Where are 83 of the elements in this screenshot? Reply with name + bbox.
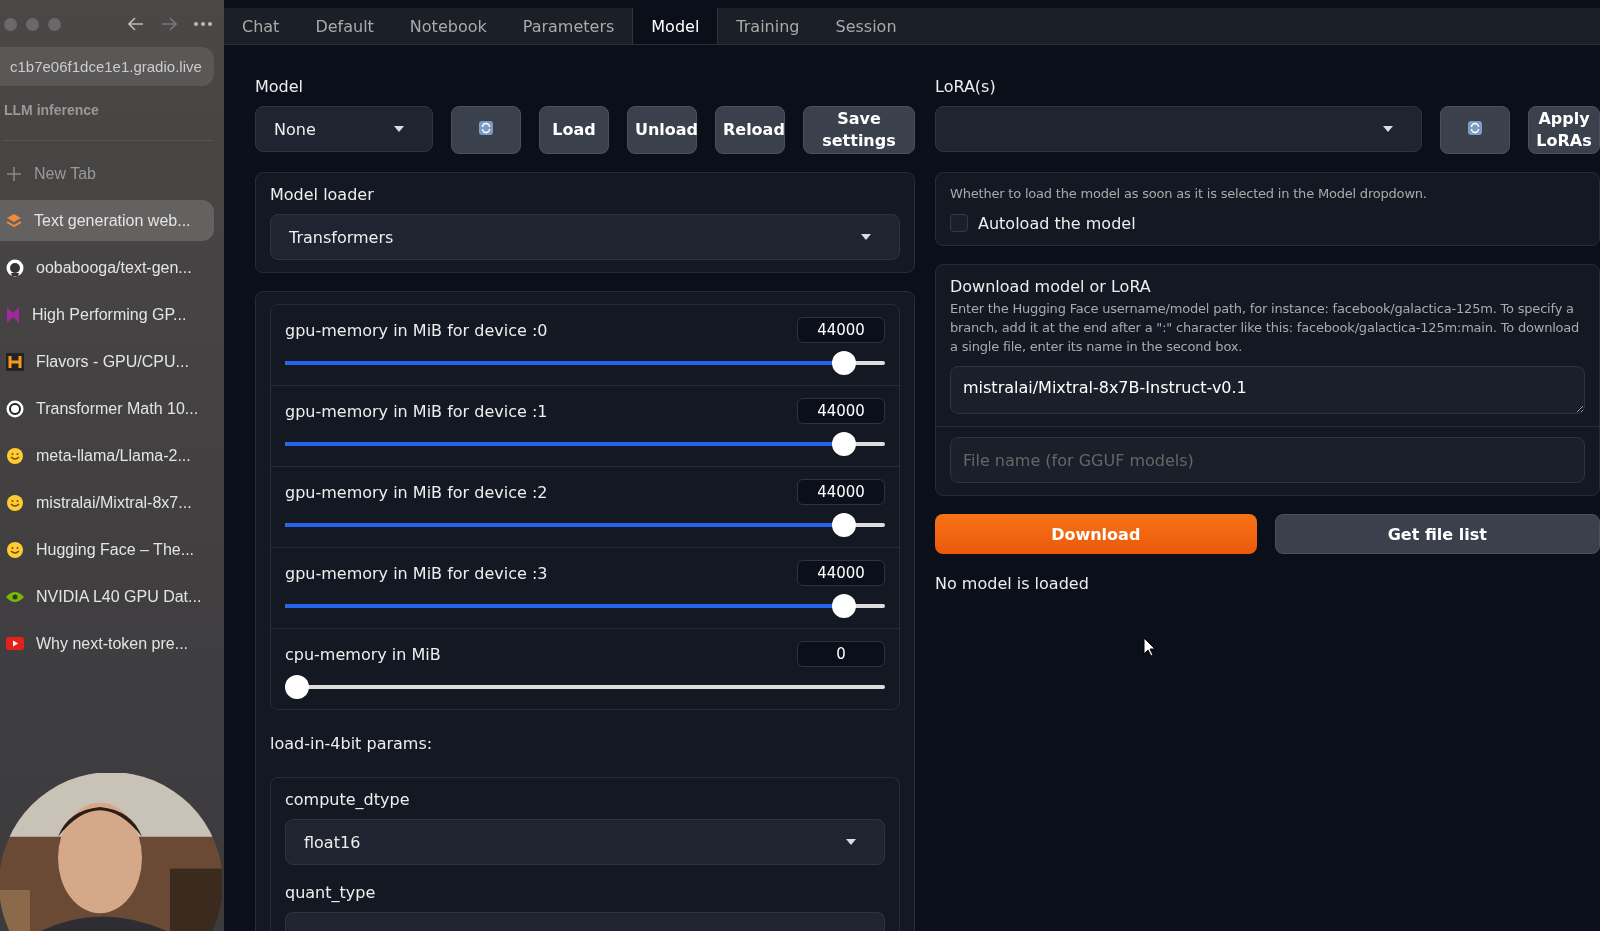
loader-dropdown[interactable]: Transformers [270,214,900,260]
number-field[interactable]: 44000 [797,317,885,343]
plus-icon [6,165,22,182]
field-label: Model loader [270,185,375,204]
autoload-checkbox[interactable]: Autoload the model [950,213,1585,233]
action-button[interactable]: Save settings [802,106,915,154]
apply-button[interactable]: Apply LoRAs [1528,106,1600,154]
tab[interactable]: Notebook [391,8,505,44]
action-button[interactable]: Reload [714,106,785,154]
eye-icon [6,590,24,603]
section-heading: Download model or LoRA [950,276,1152,296]
logo-icon [6,352,24,371]
tab[interactable]: Chat [224,8,298,44]
caret-icon [393,126,404,132]
back-icon[interactable] [128,17,144,31]
logo-icon [6,305,20,324]
tab[interactable]: Model [632,8,719,44]
smiley-icon [6,540,24,559]
status-text: No model is loaded [935,574,1090,594]
caret-icon [846,839,856,845]
slider-label: gpu-memory in MiB for device :2 [285,482,548,502]
space-name: LLM inference [3,101,100,118]
field-label: quant_type [285,883,377,902]
number-field[interactable]: 0 [797,641,885,667]
smiley-icon [6,446,24,465]
browser-tab[interactable]: Flavors - GPU/CPU... [0,341,214,382]
number-field[interactable]: 44000 [797,398,885,424]
slider-thumb[interactable] [285,675,309,699]
play-icon [6,637,24,650]
refresh-icon [478,121,493,136]
stack-icon [6,212,22,229]
slider[interactable] [285,675,885,699]
tab[interactable]: Parameters [504,8,633,44]
number-field[interactable]: 44000 [797,479,885,505]
browser-tab[interactable]: Transformer Math 10... [0,388,214,429]
slider[interactable] [285,513,885,537]
info-text: Enter the Hugging Face username/model path, for instance: facebook/galactica-125m. To specify a branch, add it at the end after a ":" character like this: facebook/galactica-125m:main. To download a single file, enter its name in the second box. [950,299,1581,356]
field-label: Model [255,77,305,96]
field-label: LoRA(s) [935,77,997,96]
more-icon[interactable] [194,22,212,26]
slider-thumb[interactable] [832,432,857,456]
browser-tab[interactable]: meta-llama/Llama-2... [0,435,214,476]
browser-tab[interactable]: High Performing GP... [0,294,214,335]
browser-tab[interactable]: Hugging Face – The... [0,529,214,570]
slider-thumb[interactable] [832,351,857,375]
file-list-button[interactable]: Get file list [1274,514,1600,555]
slider[interactable] [285,594,885,618]
browser-tab[interactable]: mistralai/Mixtral-8x7... [0,482,214,523]
slider-thumb[interactable] [832,513,857,537]
address-bar[interactable]: c1b7e06f1dce1e1.gradio.live [0,47,214,86]
tab[interactable]: Default [297,8,392,44]
action-button[interactable]: Unload [626,106,697,154]
model-path-field[interactable]: mistralai/Mixtral-8x7B-Instruct-v0.1 [950,366,1585,415]
number-field[interactable]: 44000 [797,560,885,586]
smiley-icon [6,493,24,512]
slider-thumb[interactable] [832,594,857,618]
browser-tab[interactable]: Text generation web... [0,200,214,241]
slider-label: gpu-memory in MiB for device :3 [285,563,548,583]
slider-label: gpu-memory in MiB for device :1 [285,401,548,421]
tab[interactable]: Session [817,8,915,44]
caret-icon [861,234,871,240]
dtype-dropdown[interactable]: float16 [285,819,885,865]
browser-tab[interactable]: NVIDIA L40 GPU Dat... [0,576,214,617]
tab[interactable]: Training [718,8,818,44]
cursor-icon [1143,637,1157,657]
refresh-icon [1468,121,1482,136]
slider[interactable] [285,432,885,456]
file-name-field[interactable]: File name (for GGUF models) [950,437,1585,484]
info-text: Whether to load the model as soon as it is selected in the Model dropdown. [950,185,1428,203]
caret-icon [1383,126,1393,132]
slider[interactable] [285,351,885,375]
checkbox[interactable] [950,214,968,233]
slider-label: gpu-memory in MiB for device :0 [285,320,548,340]
model-dropdown[interactable]: None [255,106,433,152]
field-label: compute_dtype [285,790,411,809]
refresh-button[interactable] [450,106,521,154]
slider-label: cpu-memory in MiB [285,644,441,664]
browser-tab[interactable]: oobabooga/text-gen... [0,247,214,288]
logo-icon [6,399,24,418]
action-button[interactable]: Load [538,106,609,154]
refresh-button[interactable] [1440,106,1510,154]
section-heading: load-in-4bit params: [270,734,434,753]
browser-tab[interactable]: Why next-token pre... [0,623,214,664]
